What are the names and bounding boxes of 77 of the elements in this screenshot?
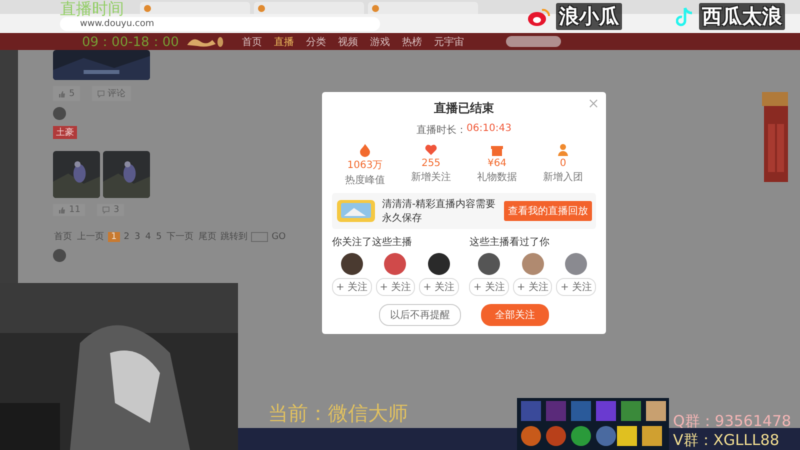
music-note-icon: [676, 6, 694, 26]
stat-value: 1063万: [347, 159, 383, 172]
follow-button[interactable]: + 关注: [556, 278, 596, 296]
overlay-text: 直播时间: [60, 0, 124, 18]
stat-value: 0: [560, 158, 566, 169]
address-bar[interactable]: www.douyu.com: [60, 16, 380, 30]
follow-button[interactable]: + 关注: [419, 278, 459, 296]
jump-label: 跳转到: [220, 230, 248, 243]
browser-tab[interactable]: [368, 2, 478, 14]
gift-icon: [490, 143, 504, 157]
duration-label: 直播时长：: [416, 124, 467, 137]
stat-value: ¥64: [487, 158, 507, 169]
nav-link[interactable]: 视频: [338, 34, 358, 48]
nav-link[interactable]: 热榜: [402, 34, 422, 48]
follow-all-button[interactable]: 全部关注: [481, 304, 549, 326]
page-link[interactable]: 尾页: [198, 230, 218, 243]
nav-link[interactable]: 首页: [242, 34, 262, 48]
page-input[interactable]: [250, 232, 268, 242]
section-heading: 这些主播看过了你: [469, 236, 550, 249]
follow-button[interactable]: + 关注: [512, 278, 552, 296]
replay-text: 清清清-精彩直播内容需要永久保存: [382, 198, 497, 225]
replay-button[interactable]: 查看我的直播回放: [504, 201, 592, 221]
page-link[interactable]: 2: [122, 232, 130, 242]
avatar: [522, 253, 544, 275]
tag-label: 土豪: [53, 126, 77, 139]
go-button[interactable]: GO: [270, 232, 287, 242]
dialog-title: 直播已结束: [434, 100, 494, 117]
overlay-text: 09：00-18：00: [82, 34, 179, 51]
section-heading: 你关注了这些主播: [332, 236, 413, 249]
page-link[interactable]: 3: [133, 232, 142, 242]
thumbs-up-icon: [58, 206, 66, 214]
page-link[interactable]: 1: [108, 232, 120, 242]
follow-button[interactable]: + 关注: [332, 278, 372, 296]
weibo-icon: [527, 6, 551, 26]
overlay-text: Q群：93561478: [673, 412, 792, 431]
overlay-text: 当前：微信大师: [268, 400, 408, 427]
stat-label: 礼物数据: [477, 170, 517, 184]
logo-drawing: [186, 34, 226, 48]
douyin-name: 西瓜太浪: [699, 3, 785, 30]
stat-label: 热度峰值: [345, 174, 385, 187]
page-link[interactable]: 4: [144, 232, 152, 242]
avatar: [565, 253, 588, 275]
avatar: [340, 253, 363, 275]
avatar: [53, 107, 66, 120]
speech-bubble-icon: [96, 90, 105, 98]
weibo-name: 浪小瓜: [556, 3, 622, 30]
avatar: [428, 253, 450, 275]
browser-tab[interactable]: [254, 2, 364, 14]
page-link[interactable]: 5: [154, 232, 163, 242]
follow-button[interactable]: + 关注: [469, 278, 509, 296]
thumbs-up-icon: [58, 90, 66, 98]
dismiss-button[interactable]: 以后不再提醒: [379, 304, 461, 326]
close-icon[interactable]: [589, 99, 598, 108]
duration-value: 06:10:43: [466, 123, 512, 136]
nav-link[interactable]: 游戏: [370, 34, 390, 48]
avatar: [53, 249, 66, 262]
stat-label: 新增关注: [411, 170, 451, 184]
stat-value: 255: [421, 158, 441, 169]
like-button[interactable]: 11: [53, 204, 86, 216]
nav-link[interactable]: 直播: [274, 34, 294, 48]
nav-link[interactable]: 分类: [306, 34, 326, 48]
person-icon: [556, 143, 570, 157]
heart-icon: [424, 143, 438, 157]
nav-link[interactable]: 元宇宙: [434, 34, 464, 48]
speech-bubble-icon: [102, 206, 110, 214]
search-field[interactable]: [506, 36, 561, 47]
page-link[interactable]: 首页: [53, 230, 73, 243]
tv-drawing: [336, 198, 376, 224]
avatar: [384, 253, 406, 275]
avatar: [478, 253, 500, 275]
browser-tab[interactable]: [140, 2, 250, 14]
comment-button[interactable]: 评论: [92, 86, 131, 101]
like-button[interactable]: 5: [53, 86, 80, 101]
stat-label: 新增入团: [543, 170, 583, 184]
comment-button[interactable]: 3: [97, 204, 124, 216]
overlay-text: V群：XGLLL88: [673, 431, 780, 450]
follow-button[interactable]: + 关注: [376, 278, 416, 296]
